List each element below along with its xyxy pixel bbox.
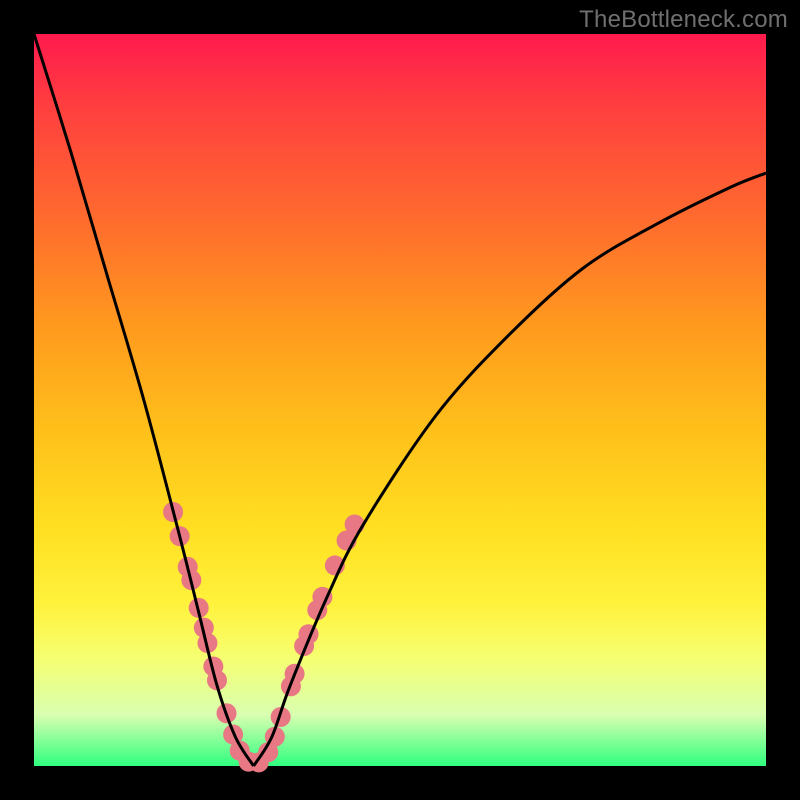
curve-right-path: [254, 173, 766, 766]
chart-svg: [34, 34, 766, 766]
plot-area: [34, 34, 766, 766]
curve-left-path: [34, 34, 254, 766]
marker-dot: [345, 514, 365, 534]
chart-frame: TheBottleneck.com: [0, 0, 800, 800]
watermark-text: TheBottleneck.com: [579, 6, 788, 34]
marker-layer: [163, 502, 365, 772]
